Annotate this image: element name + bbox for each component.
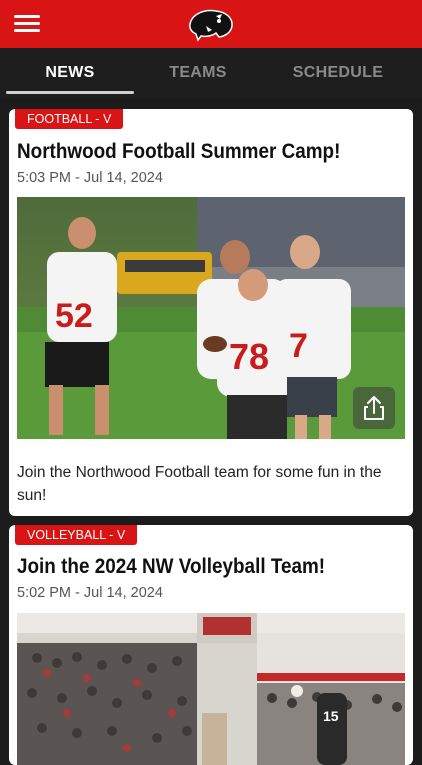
article-timestamp: 5:03 PM - Jul 14, 2024 [17,170,163,186]
tab-teams[interactable]: TEAMS [128,48,268,98]
category-badge: VOLLEYBALL - V [15,525,138,545]
tab-bar: NEWS TEAMS SCHEDULE [0,48,422,98]
top-app-bar [0,0,422,48]
svg-text:78: 78 [229,336,269,377]
news-card[interactable]: FOOTBALL - V Northwood Football Summer C… [9,109,413,516]
svg-text:7: 7 [289,327,308,365]
article-photo[interactable]: 15 [17,613,405,765]
panther-logo [189,9,233,42]
tab-schedule[interactable]: SCHEDULE [268,48,408,98]
article-title[interactable]: Northwood Football Summer Camp! [17,140,340,164]
article-photo[interactable]: 52 78 7 [17,197,405,439]
volleyball-gym-photo: 15 [17,613,405,765]
category-badge: FOOTBALL - V [15,109,124,129]
svg-text:52: 52 [55,297,93,335]
share-icon [364,396,384,420]
article-description: Join the Northwood Football team for som… [17,464,382,504]
active-tab-indicator [6,91,134,94]
football-photo: 52 78 7 [17,197,405,439]
article-title[interactable]: Join the 2024 NW Volleyball Team! [17,555,325,579]
hamburger-menu-icon[interactable] [14,15,40,33]
share-button[interactable] [353,387,395,429]
svg-text:15: 15 [323,708,339,724]
article-timestamp: 5:02 PM - Jul 14, 2024 [17,585,163,601]
news-card[interactable]: VOLLEYBALL - V Join the 2024 NW Volleyba… [9,525,413,765]
